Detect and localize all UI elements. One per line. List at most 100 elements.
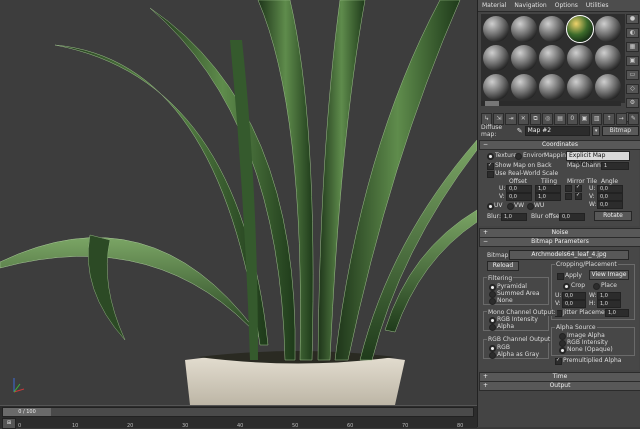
scroll-thumb[interactable] [485,101,499,106]
rollout-bitmap-parameters[interactable]: − Bitmap Parameters [479,237,640,247]
video-check-icon[interactable]: ▭ [626,70,639,80]
jitter-spinner[interactable]: 1,0 [605,309,629,317]
mirror-tile-header: Mirror Tile [567,178,598,185]
show-map-on-back-checkbox[interactable] [487,162,494,170]
menu-navigation[interactable]: Navigation [510,0,550,11]
show-end-result-icon[interactable]: ▥ [591,113,603,125]
sample-slot[interactable] [595,74,621,100]
v-offset-spinner[interactable]: 0,0 [506,193,532,201]
rollout-coordinates[interactable]: − Coordinates [479,140,640,150]
u-offset-spinner[interactable]: 0,0 [506,185,532,193]
summed-area-radio[interactable] [489,291,496,298]
v-angle-spinner[interactable]: 0,0 [597,193,623,201]
put-to-library-icon[interactable]: ▤ [554,113,566,125]
sample-slot[interactable] [539,45,565,71]
blur-offset-spinner[interactable]: 0,0 [559,213,585,221]
menu-material[interactable]: Material [478,0,510,11]
pyramidal-radio[interactable] [489,284,496,291]
environ-radio[interactable] [515,153,522,160]
u-angle-spinner[interactable]: 0,0 [597,185,623,193]
go-to-parent-icon[interactable]: ↑ [603,113,615,125]
v-tiling-spinner[interactable]: 1,0 [535,193,561,201]
uv-tiling-icon[interactable]: ▣ [626,56,639,66]
mono-rgb-intensity-radio[interactable] [489,317,496,324]
go-forward-icon[interactable]: → [615,113,627,125]
map-channel-spinner[interactable]: 1 [601,162,629,170]
bitmap-path-button[interactable]: Archmodels64_leaf_4.jpg [509,250,629,260]
wu-radio[interactable] [527,203,534,210]
rgb-radio[interactable] [489,345,496,352]
apply-checkbox[interactable] [557,273,564,280]
make-unique-icon[interactable]: ◎ [542,113,554,125]
vw-radio[interactable] [507,203,514,210]
show-in-viewport-icon[interactable]: ▣ [578,113,591,125]
alpha-rgb-intensity-radio[interactable] [559,340,566,347]
v-mirror-checkbox[interactable] [565,193,572,200]
v-tile-checkbox[interactable] [575,192,582,200]
track-bar-icon[interactable]: ⊞ [2,418,16,429]
reload-button[interactable]: Reload [487,261,519,271]
map-dropdown-button[interactable]: ▾ [592,126,600,136]
options-icon[interactable]: ⚙ [626,98,639,108]
background-icon[interactable]: ▦ [626,42,639,52]
uv-radio[interactable] [487,203,494,210]
menu-utilities[interactable]: Utilities [582,0,613,11]
sample-slot[interactable] [483,74,509,100]
u-tiling-spinner[interactable]: 1,0 [535,185,561,193]
time-slider-thumb[interactable]: 0 / 100 [3,408,51,416]
alpha-as-gray-radio[interactable] [489,352,496,359]
place-radio[interactable] [593,283,600,290]
backlight-icon[interactable]: ◐ [626,28,639,38]
sample-slot[interactable] [595,45,621,71]
menu-options[interactable]: Options [551,0,582,11]
u-label: U: [499,185,506,192]
rotate-button[interactable]: Rotate [594,211,632,221]
premultiplied-checkbox[interactable] [555,357,562,365]
view-image-button[interactable]: View Image [589,270,629,280]
sample-slot[interactable] [595,16,621,42]
pick-from-object-icon[interactable]: ✎ [627,113,640,125]
sample-slot[interactable] [483,16,509,42]
map-type-button[interactable]: Bitmap [601,126,639,136]
make-preview-icon[interactable]: ◇ [626,84,639,94]
map-name-field[interactable]: Map #2 [524,126,591,136]
crop-h-spinner[interactable]: 1,0 [597,300,621,308]
eyedropper-icon[interactable]: ✎ [517,127,523,135]
sample-slot[interactable] [567,45,593,71]
image-alpha-label: Image Alpha [567,332,605,339]
sample-slot[interactable] [511,45,537,71]
crop-v-spinner[interactable]: 0,0 [562,300,586,308]
none-opaque-radio[interactable] [559,347,566,354]
sample-slot[interactable] [539,16,565,42]
sample-slot[interactable] [483,45,509,71]
sample-slot[interactable] [511,74,537,100]
image-alpha-radio[interactable] [559,333,566,340]
crop-radio[interactable] [563,283,570,290]
u-tile-checkbox[interactable] [575,184,582,192]
sample-slot[interactable] [567,74,593,100]
use-real-world-checkbox[interactable] [487,171,494,178]
sample-type-icon[interactable]: ● [626,14,639,24]
sample-slot[interactable] [511,16,537,42]
copy-material-icon[interactable]: ⧉ [529,113,542,125]
mono-alpha-radio[interactable] [489,324,496,331]
time-slider[interactable]: 0 / 100 [2,407,474,417]
mapping-dropdown[interactable]: Explicit Map Channel [566,151,630,167]
rollout-output[interactable]: + Output [479,381,640,391]
crop-u-spinner[interactable]: 0,0 [562,292,586,300]
filter-none-radio[interactable] [489,298,496,305]
material-id-icon[interactable]: 0 [566,113,578,125]
material-editor-panel: Material Navigation Options Utilities ● … [477,0,640,427]
w-angle-spinner[interactable]: 0,0 [597,201,623,209]
w-angle-label: W: [589,201,597,208]
texture-radio[interactable] [487,153,494,160]
viewport[interactable] [0,0,477,405]
crop-w-spinner[interactable]: 1,0 [597,292,621,300]
sample-slot-selected[interactable] [566,15,594,43]
alpha-as-gray-label: Alpha as Gray [497,351,540,358]
blur-spinner[interactable]: 1,0 [501,213,527,221]
reset-map-icon[interactable]: ✕ [517,113,529,125]
sample-slot[interactable] [539,74,565,100]
u-mirror-checkbox[interactable] [565,185,572,192]
slots-scrollbar[interactable] [481,101,621,106]
